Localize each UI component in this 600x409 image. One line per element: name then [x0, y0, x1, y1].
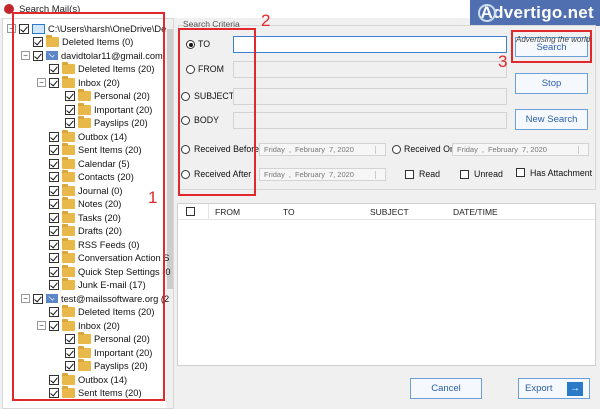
chevron-down-icon[interactable] [578, 146, 586, 154]
globe-icon [478, 4, 496, 22]
column-subject[interactable]: SUBJECT [370, 207, 409, 217]
export-button[interactable]: Export → [518, 378, 590, 399]
from-input[interactable] [233, 61, 507, 78]
new-search-button-label: New Search [525, 114, 578, 125]
column-date-time[interactable]: DATE/TIME [453, 207, 498, 217]
annotation-number-3: 3 [498, 52, 508, 71]
tree-scrollbar[interactable] [166, 19, 173, 408]
results-header: FROM TO SUBJECT DATE/TIME [178, 204, 595, 220]
received-on-radio[interactable] [392, 145, 401, 154]
results-grid[interactable]: FROM TO SUBJECT DATE/TIME [177, 203, 596, 366]
read-label: Read [419, 169, 441, 179]
annotation-box-2 [178, 28, 256, 196]
received-on-label: Received On [404, 144, 455, 154]
annotation-number-2: 2 [261, 11, 271, 30]
new-search-button[interactable]: New Search [515, 109, 588, 130]
select-all-checkbox[interactable] [186, 207, 195, 216]
annotation-box-1 [12, 12, 165, 401]
watermark-banner: Advertigo.net [470, 0, 600, 26]
chevron-down-icon[interactable] [375, 171, 383, 179]
unread-checkbox[interactable] [460, 170, 469, 179]
unread-label: Unread [474, 169, 503, 179]
subject-input[interactable] [233, 88, 507, 105]
received-after-date[interactable]: Friday, February 7, 2020 [259, 168, 386, 181]
column-to[interactable]: TO [283, 207, 295, 217]
stop-button[interactable]: Stop [515, 73, 588, 94]
stop-button-label: Stop [541, 78, 562, 89]
watermark-text: Advertigo.net [480, 3, 594, 22]
cancel-button-label: Cancel [431, 383, 461, 394]
search-mails-window: Search Mail(s) Advertigo.net − C:\Users\h… [0, 0, 600, 409]
annotation-number-1: 1 [148, 188, 158, 207]
cancel-button[interactable]: Cancel [410, 378, 482, 399]
column-from[interactable]: FROM [215, 207, 240, 217]
tree-scrollbar-thumb[interactable] [167, 29, 173, 289]
watermark-tagline: Advertising the world [516, 35, 591, 44]
to-input[interactable] [233, 36, 507, 53]
received-on-date[interactable]: Friday, February 7, 2020 [452, 143, 589, 156]
export-icon: → [567, 382, 583, 396]
chevron-down-icon[interactable] [375, 146, 383, 154]
has-attachment-checkbox[interactable] [516, 168, 525, 177]
body-input[interactable] [233, 112, 507, 129]
export-button-label: Export [525, 383, 553, 394]
read-checkbox[interactable] [405, 170, 414, 179]
has-attachment-label: Has Attachment [530, 168, 593, 178]
received-before-date[interactable]: Friday, February 7, 2020 [259, 143, 386, 156]
